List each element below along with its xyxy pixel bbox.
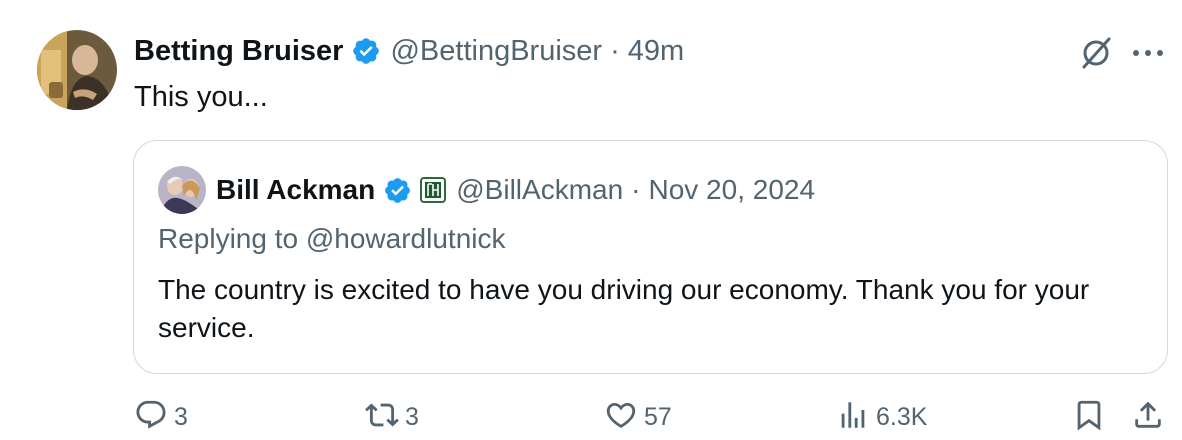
author-name[interactable]: Betting Bruiser bbox=[134, 35, 343, 68]
replying-to: Replying to @howardlutnick bbox=[158, 223, 506, 254]
views-count: 6.3K bbox=[876, 402, 928, 431]
bookmark-icon bbox=[1072, 398, 1106, 437]
quoted-author-avatar[interactable] bbox=[158, 166, 206, 214]
like-count: 57 bbox=[644, 402, 672, 431]
quoted-tweet-date[interactable]: Nov 20, 2024 bbox=[648, 174, 815, 206]
views-icon bbox=[836, 398, 870, 437]
quoted-tweet-header: Bill Ackman @BillAckman · Nov 20, 2024 bbox=[216, 171, 815, 209]
verified-badge-icon bbox=[351, 36, 381, 66]
author-avatar[interactable] bbox=[37, 30, 117, 110]
quoted-tweet[interactable]: Bill Ackman @BillAckman · Nov 20, 2024 R… bbox=[133, 140, 1168, 374]
separator-dot: · bbox=[610, 34, 620, 67]
views-button[interactable]: 6.3K bbox=[836, 397, 927, 437]
quoted-author-name[interactable]: Bill Ackman bbox=[216, 174, 375, 206]
grok-icon[interactable] bbox=[1076, 33, 1116, 73]
affiliate-badge-icon[interactable] bbox=[420, 177, 447, 203]
quoted-tweet-text: The country is excited to have you drivi… bbox=[158, 274, 1090, 343]
tweet-header: Betting Bruiser @BettingBruiser · 49m bbox=[134, 31, 684, 71]
quoted-author-handle[interactable]: @BillAckman bbox=[456, 174, 623, 206]
tweet-text: This you... bbox=[134, 81, 268, 113]
separator-dot: · bbox=[631, 174, 641, 205]
verified-badge-icon bbox=[383, 176, 412, 205]
repost-count: 3 bbox=[405, 402, 419, 431]
heart-icon bbox=[604, 398, 638, 437]
repost-icon bbox=[365, 398, 399, 437]
author-handle[interactable]: @BettingBruiser bbox=[390, 35, 602, 68]
reply-button[interactable]: 3 bbox=[134, 397, 188, 437]
reply-count: 3 bbox=[174, 402, 188, 431]
tweet-timestamp[interactable]: 49m bbox=[628, 35, 684, 68]
share-icon bbox=[1131, 398, 1165, 437]
reply-icon bbox=[134, 398, 168, 437]
more-icon[interactable] bbox=[1128, 42, 1168, 64]
repost-button[interactable]: 3 bbox=[365, 397, 419, 437]
share-button[interactable] bbox=[1131, 397, 1165, 437]
like-button[interactable]: 57 bbox=[604, 397, 672, 437]
bookmark-button[interactable] bbox=[1072, 397, 1106, 437]
tweet[interactable]: Betting Bruiser @BettingBruiser · 49m Th… bbox=[0, 0, 1182, 440]
